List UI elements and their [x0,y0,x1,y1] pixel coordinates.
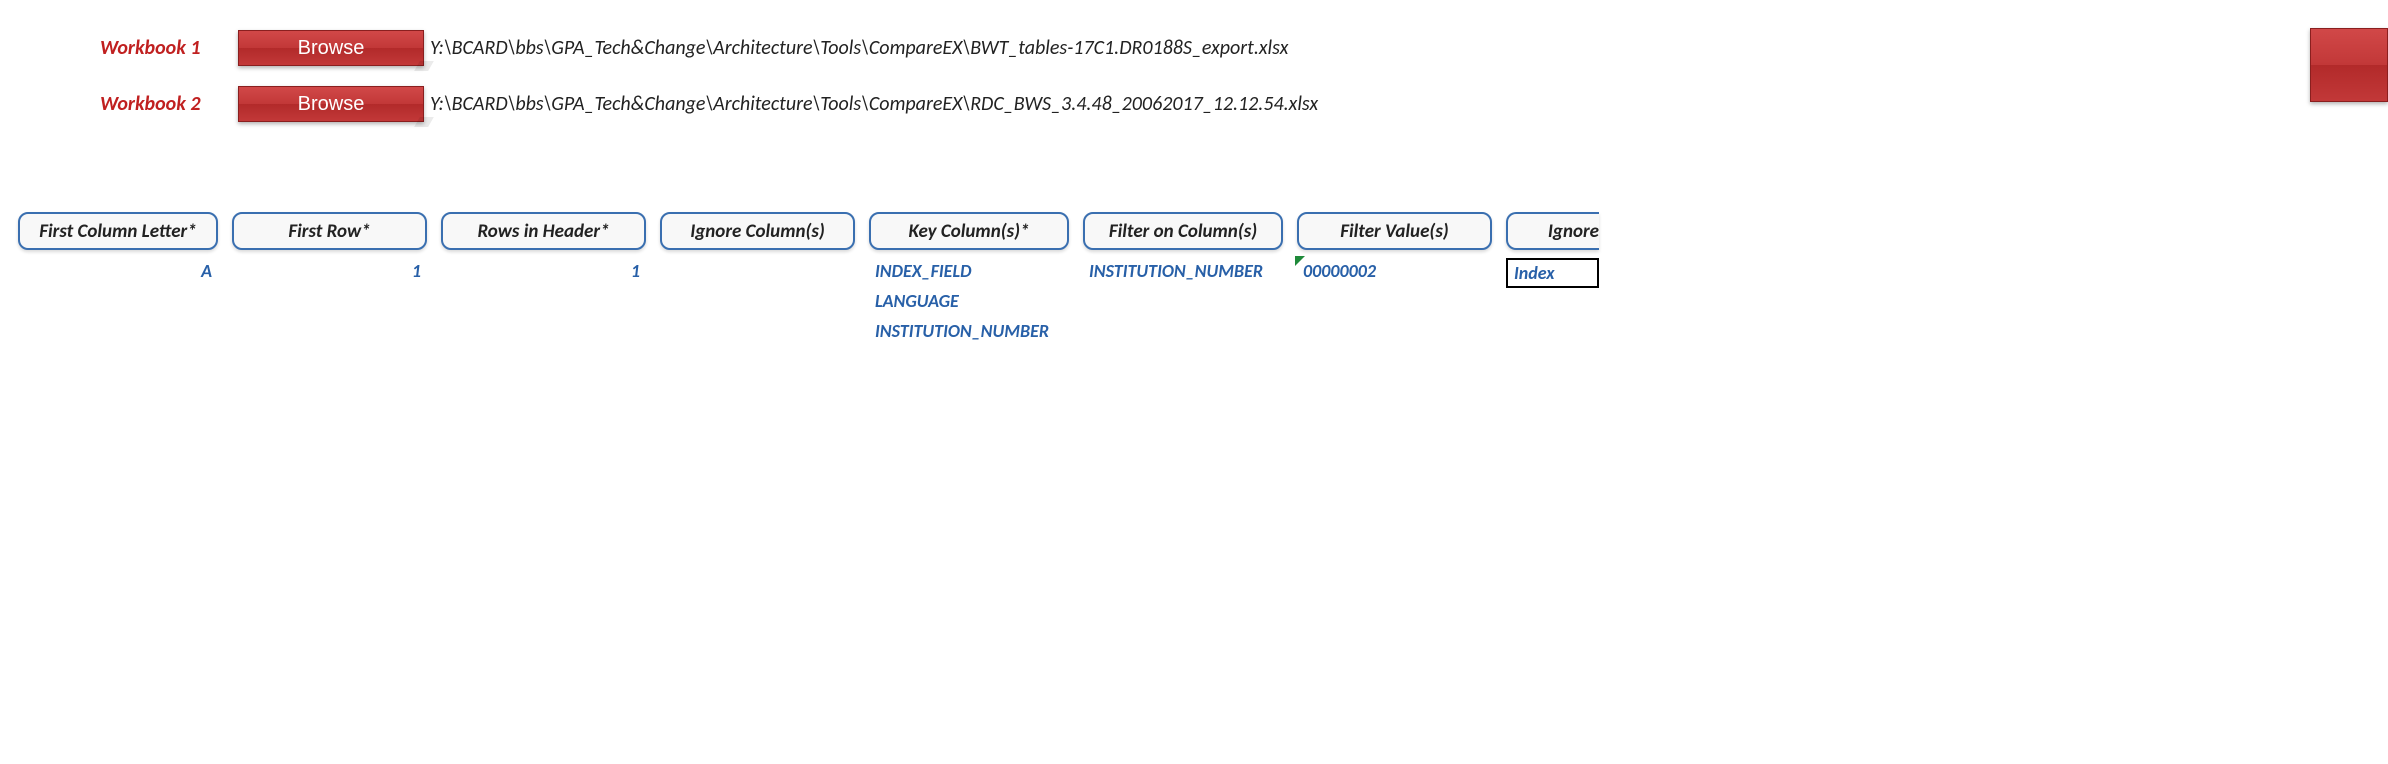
ignore-columns-block: Ignore Column(s) [660,212,855,262]
first-column-letter-value[interactable]: A [18,258,218,284]
first-row-header[interactable]: First Row* [232,212,427,250]
parameters-area: First Column Letter* A First Row* 1 Rows… [0,142,2388,344]
cell-marker-icon [1295,256,1305,266]
workbook-section: Workbook 1 Browse Y:\BCARD\bbs\GPA_Tech&… [0,0,2388,122]
filter-on-columns-header[interactable]: Filter on Column(s) [1083,212,1283,250]
ignore-tail-header[interactable]: Ignore [1506,212,1599,250]
filter-on-columns-value[interactable]: INSTITUTION_NUMBER [1083,258,1283,284]
key-columns-value-0[interactable]: INDEX_FIELD [869,258,1069,284]
workbook-2-label: Workbook 2 [100,92,230,116]
workbook-1-label: Workbook 1 [100,36,230,60]
rows-in-header-value[interactable]: 1 [441,258,646,284]
first-column-letter-header[interactable]: First Column Letter* [18,212,218,250]
filter-values-block: Filter Value(s) 00000002 [1297,212,1492,284]
workbook-2-path: Y:\BCARD\bbs\GPA_Tech&Change\Architectur… [430,92,1318,116]
workbook-1-row: Workbook 1 Browse Y:\BCARD\bbs\GPA_Tech&… [100,30,2388,66]
key-columns-value-1[interactable]: LANGUAGE [869,288,1069,314]
workbook-1-browse-button[interactable]: Browse [238,30,424,66]
ignore-tail-block: Ignore Index [1506,212,1599,288]
ignore-tail-value[interactable]: Index [1506,258,1599,288]
workbook-2-row: Workbook 2 Browse Y:\BCARD\bbs\GPA_Tech&… [100,86,2388,122]
workbook-1-path: Y:\BCARD\bbs\GPA_Tech&Change\Architectur… [430,36,1288,60]
first-row-value[interactable]: 1 [232,258,427,284]
first-column-letter-block: First Column Letter* A [18,212,218,284]
workbook-2-browse-button[interactable]: Browse [238,86,424,122]
action-button[interactable] [2310,28,2388,102]
filter-values-value[interactable]: 00000002 [1297,258,1492,284]
ignore-columns-value[interactable] [660,258,855,262]
filter-values-text: 00000002 [1303,260,1376,282]
key-columns-block: Key Column(s)* INDEX_FIELD LANGUAGE INST… [869,212,1069,344]
filter-values-header[interactable]: Filter Value(s) [1297,212,1492,250]
first-row-block: First Row* 1 [232,212,427,284]
key-columns-header[interactable]: Key Column(s)* [869,212,1069,250]
key-columns-value-2[interactable]: INSTITUTION_NUMBER [869,318,1069,344]
filter-on-columns-block: Filter on Column(s) INSTITUTION_NUMBER [1083,212,1283,284]
rows-in-header-block: Rows in Header* 1 [441,212,646,284]
ignore-columns-header[interactable]: Ignore Column(s) [660,212,855,250]
rows-in-header-header[interactable]: Rows in Header* [441,212,646,250]
